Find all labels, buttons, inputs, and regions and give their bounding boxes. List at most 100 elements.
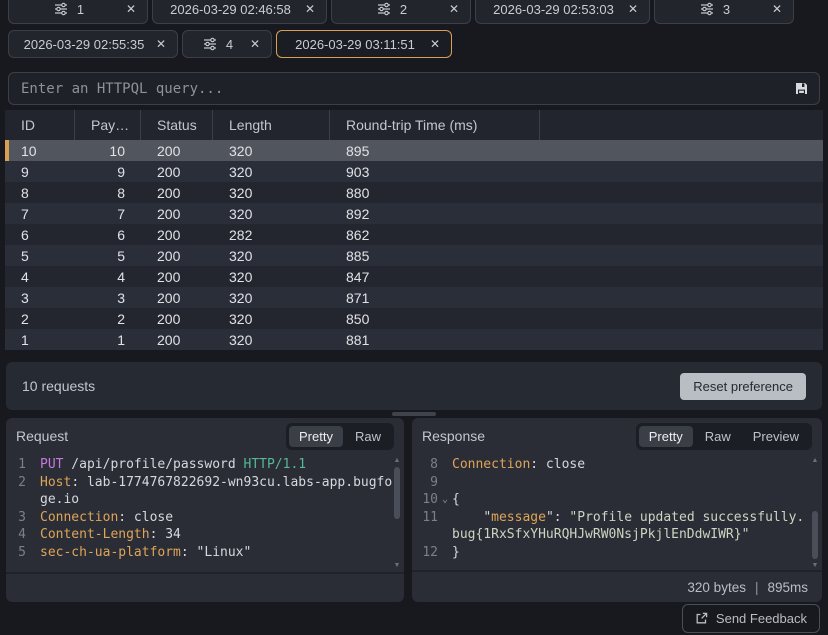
close-tab-icon[interactable]: ✕ [126, 2, 136, 16]
cell-id: 2 [5, 311, 75, 327]
close-tab-icon[interactable]: ✕ [628, 2, 638, 16]
filter-preset-icon [203, 37, 217, 51]
fold-spacer [438, 456, 452, 474]
code-line: 8Connection: close [412, 456, 822, 474]
cell-rtt: 895 [330, 143, 540, 159]
line-number: 5 [6, 544, 26, 562]
scrollbar-thumb[interactable] [812, 511, 818, 559]
capture-tab[interactable]: 1✕ [8, 0, 148, 24]
cell-payload: 2 [75, 311, 141, 327]
table-row[interactable]: 44200320847 [5, 266, 823, 287]
line-number: 1 [6, 456, 26, 474]
fold-spacer [26, 474, 40, 509]
column-header-id[interactable]: ID [5, 110, 75, 140]
view-tab-preview[interactable]: Preview [743, 426, 809, 447]
response-view-toggle: PrettyRawPreview [636, 423, 812, 450]
table-row[interactable]: 88200320880 [5, 182, 823, 203]
close-tab-icon[interactable]: ✕ [156, 37, 166, 51]
view-tab-raw[interactable]: Raw [345, 426, 391, 447]
line-number: 4 [6, 526, 26, 544]
column-header-rtt[interactable]: Round-trip Time (ms) [330, 110, 540, 140]
request-view-toggle: PrettyRaw [286, 423, 394, 450]
requests-summary-bar: 10 requests Reset preference [6, 362, 822, 410]
httpql-query-input[interactable]: Enter an HTTPQL query... [8, 72, 820, 105]
cell-length: 320 [213, 269, 330, 285]
reset-preference-button[interactable]: Reset preference [680, 373, 806, 400]
response-editor-body[interactable]: 8Connection: close9 10⌄{11 "message": "P… [412, 454, 822, 570]
scroll-down-icon[interactable]: ▼ [394, 561, 401, 570]
table-row[interactable]: 66200282862 [5, 224, 823, 245]
table-row[interactable]: 99200320903 [5, 161, 823, 182]
view-tab-raw[interactable]: Raw [695, 426, 741, 447]
capture-tab[interactable]: 2026-03-29 02:46:58 ✕ [152, 0, 327, 24]
close-tab-icon[interactable]: ✕ [430, 37, 440, 51]
response-title: Response [422, 428, 485, 444]
close-tab-icon[interactable]: ✕ [305, 2, 315, 16]
table-row[interactable]: 33200320871 [5, 287, 823, 308]
fold-spacer [438, 509, 452, 544]
line-gutter: 2 [6, 474, 40, 509]
requests-table: IDPay…StatusLengthRound-trip Time (ms) 1… [5, 110, 823, 350]
capture-tab[interactable]: 2✕ [331, 0, 471, 24]
fold-spacer [438, 474, 452, 492]
close-tab-icon[interactable]: ✕ [449, 2, 459, 16]
capture-tab[interactable]: 2026-03-29 03:11:51✕ [276, 30, 452, 58]
code-line: 3Connection: close [6, 509, 404, 527]
tab-label: 2026-03-29 02:46:58 [170, 2, 291, 17]
view-tab-pretty[interactable]: Pretty [639, 426, 693, 447]
request-count: 10 requests [22, 378, 95, 394]
split-handle[interactable] [392, 412, 436, 416]
response-panel-header: Response PrettyRawPreview [412, 418, 822, 454]
fold-chevron-icon[interactable]: ⌄ [438, 491, 452, 509]
line-gutter: 11 [412, 509, 452, 544]
column-header-status[interactable]: Status [141, 110, 213, 140]
table-row[interactable]: 55200320885 [5, 245, 823, 266]
cell-payload: 3 [75, 290, 141, 306]
column-header-payload[interactable]: Pay… [75, 110, 141, 140]
capture-tab[interactable]: 3✕ [654, 0, 794, 24]
external-link-icon [695, 612, 708, 625]
view-tab-pretty[interactable]: Pretty [289, 426, 343, 447]
code-text: "message": "Profile updated successfully… [452, 509, 822, 544]
scroll-up-icon[interactable]: ▲ [812, 456, 819, 465]
column-header-length[interactable]: Length [213, 110, 330, 140]
cell-rtt: 885 [330, 248, 540, 264]
line-number: 10 [412, 491, 438, 509]
table-row[interactable]: 1010200320895 [5, 140, 823, 161]
capture-tab[interactable]: 2026-03-29 02:55:35✕ [8, 30, 178, 58]
close-tab-icon[interactable]: ✕ [250, 37, 260, 51]
scroll-down-icon[interactable]: ▼ [812, 561, 819, 570]
request-panel-header: Request PrettyRaw [6, 418, 404, 454]
split-area [0, 410, 828, 418]
table-row[interactable]: 11200320881 [5, 329, 823, 350]
line-gutter: 9 [412, 474, 452, 492]
send-feedback-button[interactable]: Send Feedback [682, 604, 820, 633]
cell-payload: 8 [75, 185, 141, 201]
code-line: 1PUT /api/profile/password HTTP/1.1 [6, 456, 404, 474]
close-tab-icon[interactable]: ✕ [772, 2, 782, 16]
cell-length: 320 [213, 248, 330, 264]
save-query-icon[interactable] [794, 81, 809, 96]
cell-status: 200 [141, 206, 213, 222]
response-scrollbar[interactable]: ▲ ▼ [810, 456, 820, 570]
line-number: 9 [412, 474, 438, 492]
scroll-up-icon[interactable]: ▲ [394, 456, 401, 465]
line-number: 3 [6, 509, 26, 527]
cell-status: 200 [141, 143, 213, 159]
request-scrollbar[interactable]: ▲ ▼ [392, 456, 402, 570]
cell-payload: 10 [75, 143, 141, 159]
table-row[interactable]: 77200320892 [5, 203, 823, 224]
scrollbar-thumb[interactable] [394, 467, 400, 519]
tab-row-1: 1✕2026-03-29 02:46:58✕2✕2026-03-29 02:53… [0, 0, 828, 24]
code-line: 4Content-Length: 34 [6, 526, 404, 544]
capture-tab[interactable]: 4✕ [182, 30, 272, 58]
response-panel-footer: 320 bytes | 895ms [412, 570, 822, 602]
cell-id: 9 [5, 164, 75, 180]
line-gutter: 3 [6, 509, 40, 527]
table-row[interactable]: 22200320850 [5, 308, 823, 329]
filter-preset-icon [700, 2, 714, 16]
cell-status: 200 [141, 311, 213, 327]
capture-tab[interactable]: 2026-03-29 02:53:03✕ [475, 0, 650, 24]
request-editor-body[interactable]: 1PUT /api/profile/password HTTP/1.12Host… [6, 454, 404, 572]
code-text: } [452, 544, 822, 562]
